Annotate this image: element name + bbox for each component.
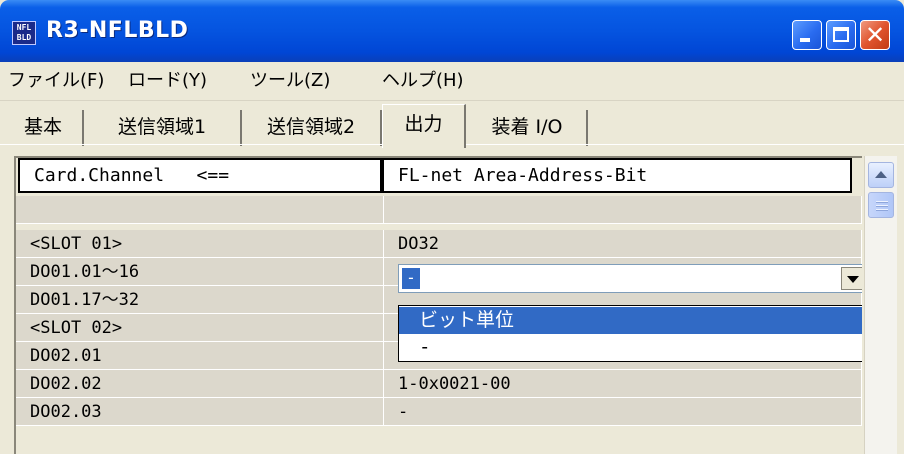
scroll-up-button[interactable] — [868, 162, 894, 188]
grid-cell[interactable] — [16, 196, 384, 224]
tab-strip: 基本 送信領域1 送信領域2 出力 装着 I/O — [0, 104, 904, 148]
grid-cell[interactable]: <SLOT 02> — [16, 314, 384, 342]
dropdown-button[interactable] — [841, 267, 862, 290]
dropdown-option-bit-unit[interactable]: ビット単位 — [399, 307, 862, 334]
application-window: NFL BLD R3-NFLBLD ✕ ファイル(F) ロード(Y) ツール(Z… — [0, 0, 904, 454]
tab-output[interactable]: 出力 — [382, 104, 466, 148]
vertical-scrollbar[interactable] — [864, 156, 897, 454]
column-header-card-channel[interactable]: Card.Channel <== — [18, 158, 382, 193]
grip-line — [876, 209, 888, 211]
close-icon: ✕ — [864, 21, 886, 49]
menu-tools[interactable]: ツール(Z) — [250, 68, 330, 94]
grid-cell[interactable]: - — [384, 398, 862, 426]
table-row[interactable]: <SLOT 01> DO32 — [16, 230, 862, 258]
window-title: R3-NFLBLD — [46, 18, 189, 43]
grid-cell[interactable]: DO02.02 — [16, 370, 384, 398]
tab-send-area-2[interactable]: 送信領域2 — [242, 110, 382, 146]
title-bar[interactable]: NFL BLD R3-NFLBLD ✕ — [0, 0, 904, 62]
maximize-button[interactable] — [826, 20, 856, 50]
maximize-icon — [833, 27, 849, 42]
grid-cell[interactable] — [384, 196, 862, 224]
grid-cell[interactable]: DO01.17～32 — [16, 286, 384, 314]
table-row[interactable] — [16, 196, 862, 224]
tab-basic[interactable]: 基本 — [4, 110, 84, 146]
table-row[interactable]: DO02.03 - — [16, 398, 862, 426]
unit-select[interactable]: - — [398, 264, 862, 293]
combo-value: - — [402, 268, 420, 289]
dropdown-list: ビット単位 - — [398, 305, 862, 362]
menu-load[interactable]: ロード(Y) — [128, 68, 207, 94]
column-header-flnet-address[interactable]: FL-net Area-Address-Bit — [382, 158, 852, 193]
chevron-down-icon — [847, 276, 859, 283]
grip-line — [876, 201, 888, 203]
grid-cell[interactable]: DO32 — [384, 230, 862, 258]
menu-file[interactable]: ファイル(F) — [8, 68, 104, 94]
grid-cell[interactable]: <SLOT 01> — [16, 230, 384, 258]
tab-send-area-1[interactable]: 送信領域1 — [84, 110, 242, 146]
menu-bar: ファイル(F) ロード(Y) ツール(Z) ヘルプ(H) — [0, 62, 904, 101]
minimize-button[interactable] — [792, 20, 822, 50]
dropdown-option-dash[interactable]: - — [399, 334, 862, 361]
channel-grid[interactable]: Card.Channel <== FL-net Area-Address-Bit… — [14, 156, 862, 454]
grid-cell[interactable]: DO02.01 — [16, 342, 384, 370]
menu-help[interactable]: ヘルプ(H) — [382, 68, 464, 94]
grid-cell[interactable]: 1-0x0021-00 — [384, 370, 862, 398]
close-button[interactable]: ✕ — [860, 20, 890, 50]
grip-line — [876, 205, 888, 207]
tab-mounted-io[interactable]: 装着 I/O — [468, 110, 588, 146]
grid-cell[interactable]: DO02.03 — [16, 398, 384, 426]
grid-cell[interactable]: DO01.01～16 — [16, 258, 384, 286]
app-icon: NFL BLD — [12, 21, 36, 45]
table-row[interactable]: DO02.02 1-0x0021-00 — [16, 370, 862, 398]
scroll-thumb[interactable] — [868, 192, 894, 218]
minimize-icon — [800, 38, 810, 42]
chevron-up-icon — [875, 171, 887, 178]
